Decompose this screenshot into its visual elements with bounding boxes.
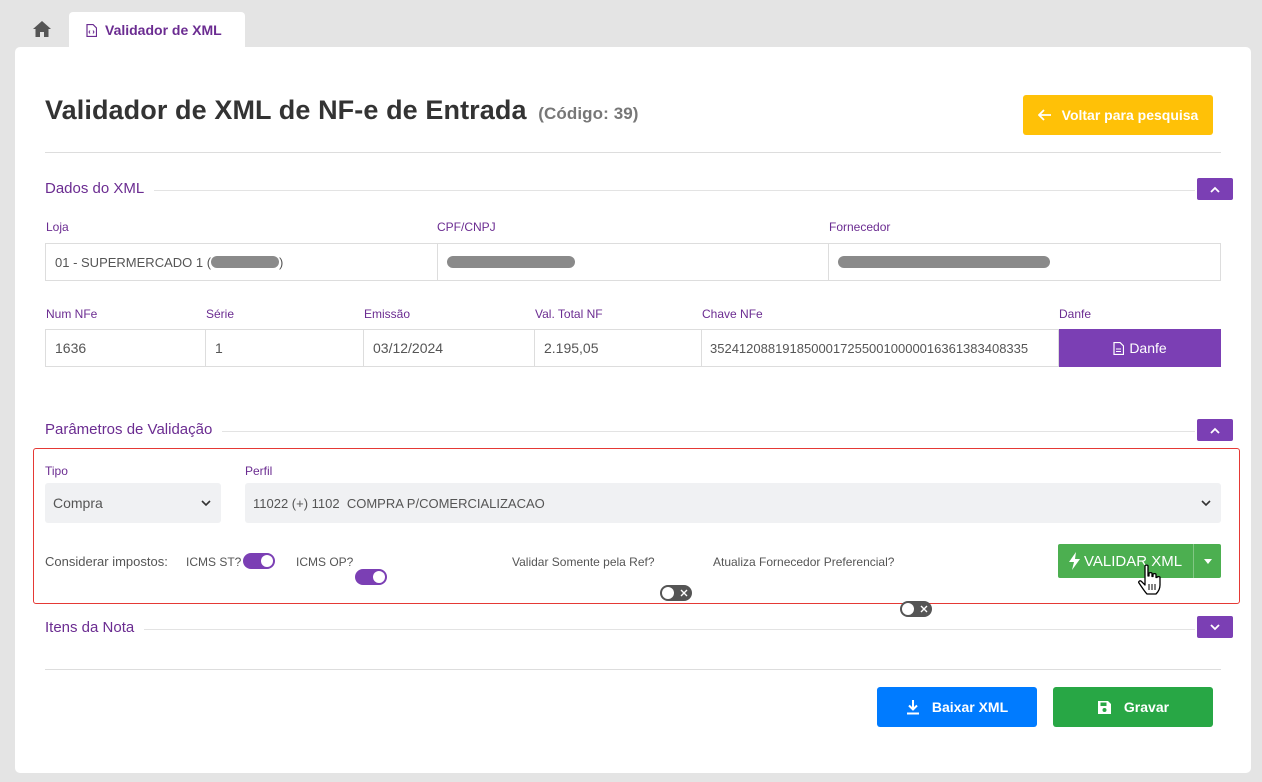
- tab-validador-xml[interactable]: Validador de XML: [69, 12, 245, 48]
- loja-prefix: 01 - SUPERMERCADO 1 (: [55, 254, 212, 270]
- section-line: [45, 629, 1195, 630]
- atualiza-label: Atualiza Fornecedor Preferencial?: [713, 555, 895, 569]
- chevron-up-icon: [1210, 427, 1220, 434]
- close-icon: [680, 589, 688, 597]
- num-nfe-label: Num NFe: [46, 307, 98, 321]
- footer-divider: [45, 669, 1221, 670]
- perfil-value: 11022 (+) 1102 COMPRA P/COMERCIALIZACAO: [253, 495, 545, 511]
- page-title-text: Validador de XML de NF-e de Entrada: [45, 95, 527, 125]
- file-code-icon: [86, 23, 97, 37]
- atualiza-switch[interactable]: [900, 601, 932, 617]
- gravar-label: Gravar: [1123, 699, 1170, 715]
- collapse-dados-button[interactable]: [1197, 178, 1233, 200]
- total-field: 2.195,05: [534, 329, 702, 367]
- redacted-block: [447, 256, 575, 268]
- section-line: [45, 190, 1195, 191]
- arrow-left-icon: [1037, 109, 1051, 121]
- expand-itens-button[interactable]: [1197, 616, 1233, 638]
- baixar-xml-label: Baixar XML: [931, 699, 1009, 715]
- chevron-down-icon: [1210, 623, 1220, 630]
- emissao-label: Emissão: [364, 307, 411, 321]
- gravar-button[interactable]: Gravar: [1053, 687, 1213, 727]
- chave-label: Chave NFe: [702, 307, 763, 321]
- caret-down-icon: [1203, 558, 1212, 564]
- chevron-down-icon: [201, 499, 211, 506]
- danfe-button-label: Danfe: [1129, 340, 1167, 356]
- back-button-label: Voltar para pesquisa: [1061, 107, 1199, 123]
- page-code: (Código: 39): [538, 104, 639, 123]
- total-label: Val. Total NF: [535, 307, 603, 321]
- danfe-button[interactable]: Danfe: [1059, 329, 1221, 367]
- loja-label: Loja: [46, 220, 69, 234]
- perfil-select[interactable]: 11022 (+) 1102 COMPRA P/COMERCIALIZACAO: [245, 483, 1221, 523]
- section-title-params: Parâmetros de Validação: [45, 421, 223, 438]
- page-title: Validador de XML de NF-e de Entrada (Cód…: [45, 95, 639, 126]
- baixar-xml-button[interactable]: Baixar XML: [877, 687, 1037, 727]
- main-card: Validador de XML de NF-e de Entrada (Cód…: [15, 47, 1251, 773]
- fornecedor-field: [828, 243, 1221, 281]
- chevron-up-icon: [1210, 186, 1220, 193]
- num-nfe-field: 1636: [45, 329, 206, 367]
- validar-xml-button[interactable]: VALIDAR XML: [1058, 544, 1193, 578]
- header-divider: [45, 152, 1221, 153]
- home-tab[interactable]: [22, 12, 62, 46]
- considerar-impostos-label: Considerar impostos:: [45, 554, 168, 569]
- close-icon: [920, 605, 928, 613]
- serie-label: Série: [206, 307, 235, 321]
- tipo-value: Compra: [53, 495, 103, 511]
- danfe-label: Danfe: [1059, 307, 1092, 321]
- save-icon: [1097, 700, 1111, 714]
- cpf-field: [437, 243, 829, 281]
- hand-pointer-cursor-icon: [1138, 564, 1161, 595]
- perfil-label: Perfil: [245, 464, 273, 478]
- validar-ref-switch[interactable]: [660, 585, 692, 601]
- home-icon: [33, 21, 51, 37]
- redacted-block: [211, 256, 280, 268]
- back-to-search-button[interactable]: Voltar para pesquisa: [1023, 95, 1213, 135]
- validar-xml-label: VALIDAR XML: [1083, 552, 1183, 570]
- tipo-label: Tipo: [45, 464, 68, 478]
- chevron-down-icon: [1201, 499, 1211, 506]
- redacted-block: [838, 256, 1050, 268]
- emissao-field: 03/12/2024: [363, 329, 535, 367]
- loja-suffix: ): [279, 254, 284, 270]
- section-title-itens: Itens da Nota: [45, 619, 145, 636]
- icms-st-switch[interactable]: [243, 553, 275, 569]
- cpf-label: CPF/CNPJ: [437, 220, 496, 234]
- serie-field: 1: [205, 329, 364, 367]
- bolt-icon: [1068, 552, 1080, 570]
- loja-field: 01 - SUPERMERCADO 1 ( ): [45, 243, 438, 281]
- fornecedor-label: Fornecedor: [829, 220, 891, 234]
- chave-field: 3524120881918500017255001000001636138340…: [701, 329, 1059, 367]
- collapse-params-button[interactable]: [1197, 419, 1233, 441]
- validar-options-dropdown[interactable]: [1193, 544, 1221, 578]
- icms-st-label: ICMS ST?: [186, 555, 242, 569]
- file-icon: [1113, 341, 1125, 355]
- tipo-select[interactable]: Compra: [45, 483, 221, 523]
- section-title-dados: Dados do XML: [45, 180, 155, 197]
- icms-op-label: ICMS OP?: [296, 555, 354, 569]
- params-highlight-box: [33, 448, 1240, 604]
- validar-ref-label: Validar Somente pela Ref?: [512, 555, 655, 569]
- tab-label: Validador de XML: [105, 22, 222, 38]
- icms-op-switch[interactable]: [355, 569, 387, 585]
- download-icon: [906, 699, 919, 714]
